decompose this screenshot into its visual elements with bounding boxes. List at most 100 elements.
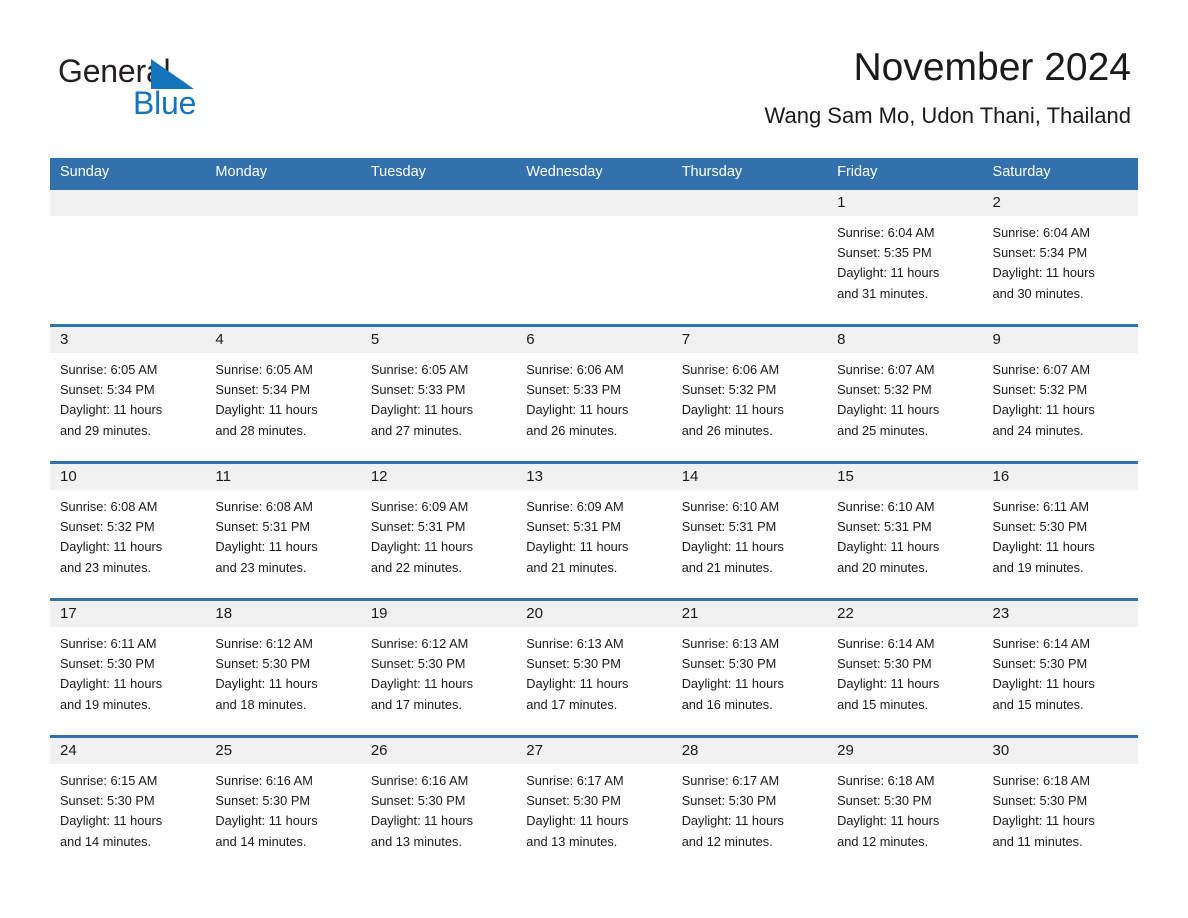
- day-number[interactable]: [205, 190, 360, 216]
- sunset-text: Sunset: 5:31 PM: [215, 519, 311, 535]
- day-number[interactable]: 8: [827, 327, 982, 353]
- title-block: November 2024 Wang Sam Mo, Udon Thani, T…: [765, 44, 1131, 130]
- day-number-band: 3 4 5 6 7 8 9: [50, 327, 1138, 353]
- day-cell[interactable]: Sunrise: 6:10 AM Sunset: 5:31 PM Dayligh…: [672, 490, 827, 598]
- day-number[interactable]: 22: [827, 601, 982, 627]
- day-cell[interactable]: Sunrise: 6:18 AM Sunset: 5:30 PM Dayligh…: [983, 764, 1138, 872]
- daylight-text: Daylight: 11 hours: [837, 676, 940, 692]
- day-cell[interactable]: Sunrise: 6:14 AM Sunset: 5:30 PM Dayligh…: [983, 627, 1138, 735]
- weekday-header-wednesday: Wednesday: [526, 164, 603, 180]
- daylight-text: Daylight: 11 hours: [992, 676, 1095, 692]
- day-number[interactable]: 13: [516, 464, 671, 490]
- weekday-header-sunday: Sunday: [60, 164, 110, 180]
- day-number[interactable]: 2: [983, 190, 1138, 216]
- day-number[interactable]: 10: [50, 464, 205, 490]
- day-cell[interactable]: Sunrise: 6:12 AM Sunset: 5:30 PM Dayligh…: [361, 627, 516, 735]
- day-number[interactable]: 3: [50, 327, 205, 353]
- day-cell[interactable]: Sunrise: 6:15 AM Sunset: 5:30 PM Dayligh…: [50, 764, 205, 872]
- day-number[interactable]: 24: [50, 738, 205, 764]
- day-cell[interactable]: [361, 216, 516, 324]
- day-cell[interactable]: Sunrise: 6:13 AM Sunset: 5:30 PM Dayligh…: [516, 627, 671, 735]
- sunrise-text: Sunrise: 6:15 AM: [60, 773, 158, 788]
- day-number[interactable]: 12: [361, 464, 516, 490]
- day-number[interactable]: [50, 190, 205, 216]
- sunset-text: Sunset: 5:30 PM: [992, 519, 1088, 535]
- day-cell[interactable]: Sunrise: 6:09 AM Sunset: 5:31 PM Dayligh…: [361, 490, 516, 598]
- day-cell[interactable]: Sunrise: 6:10 AM Sunset: 5:31 PM Dayligh…: [827, 490, 982, 598]
- day-cell[interactable]: Sunrise: 6:05 AM Sunset: 5:33 PM Dayligh…: [361, 353, 516, 461]
- day-cell[interactable]: Sunrise: 6:08 AM Sunset: 5:32 PM Dayligh…: [50, 490, 205, 598]
- day-number[interactable]: 1: [827, 190, 982, 216]
- day-number[interactable]: 15: [827, 464, 982, 490]
- daylight-text-cont: and 30 minutes.: [992, 285, 1084, 301]
- day-cell[interactable]: Sunrise: 6:06 AM Sunset: 5:32 PM Dayligh…: [672, 353, 827, 461]
- daylight-text: Daylight: 11 hours: [681, 402, 784, 418]
- day-number[interactable]: 11: [205, 464, 360, 490]
- day-number[interactable]: 21: [672, 601, 827, 627]
- daylight-text: Daylight: 11 hours: [992, 265, 1095, 281]
- day-cell[interactable]: [672, 216, 827, 324]
- day-number[interactable]: 25: [205, 738, 360, 764]
- day-cell[interactable]: Sunrise: 6:11 AM Sunset: 5:30 PM Dayligh…: [50, 627, 205, 735]
- day-number[interactable]: 26: [361, 738, 516, 764]
- day-number[interactable]: 29: [827, 738, 982, 764]
- day-number[interactable]: 28: [672, 738, 827, 764]
- day-number[interactable]: 5: [361, 327, 516, 353]
- day-cell[interactable]: Sunrise: 6:04 AM Sunset: 5:34 PM Dayligh…: [983, 216, 1138, 324]
- day-cell[interactable]: [516, 216, 671, 324]
- day-number[interactable]: [516, 190, 671, 216]
- day-cell[interactable]: Sunrise: 6:08 AM Sunset: 5:31 PM Dayligh…: [205, 490, 360, 598]
- day-cell[interactable]: Sunrise: 6:07 AM Sunset: 5:32 PM Dayligh…: [827, 353, 982, 461]
- day-cell[interactable]: Sunrise: 6:05 AM Sunset: 5:34 PM Dayligh…: [205, 353, 360, 461]
- sunset-text: Sunset: 5:34 PM: [215, 382, 311, 398]
- general-blue-logo[interactable]: General Blue: [58, 52, 258, 130]
- day-cell[interactable]: [50, 216, 205, 324]
- day-cell[interactable]: Sunrise: 6:11 AM Sunset: 5:30 PM Dayligh…: [983, 490, 1138, 598]
- day-cell[interactable]: Sunrise: 6:06 AM Sunset: 5:33 PM Dayligh…: [516, 353, 671, 461]
- day-cell[interactable]: Sunrise: 6:18 AM Sunset: 5:30 PM Dayligh…: [827, 764, 982, 872]
- calendar-grid: Sunday Monday Tuesday Wednesday Thursday…: [50, 158, 1138, 872]
- day-number[interactable]: 27: [516, 738, 671, 764]
- day-number[interactable]: 18: [205, 601, 360, 627]
- day-cell[interactable]: Sunrise: 6:12 AM Sunset: 5:30 PM Dayligh…: [205, 627, 360, 735]
- day-number[interactable]: 23: [983, 601, 1138, 627]
- daylight-text-cont: and 21 minutes.: [681, 559, 773, 575]
- weekday-header-monday: Monday: [215, 164, 268, 180]
- day-number[interactable]: 19: [361, 601, 516, 627]
- day-cell[interactable]: Sunrise: 6:13 AM Sunset: 5:30 PM Dayligh…: [672, 627, 827, 735]
- daylight-text-cont: and 26 minutes.: [681, 422, 773, 438]
- sunrise-text: Sunrise: 6:05 AM: [215, 362, 313, 377]
- day-number[interactable]: 7: [672, 327, 827, 353]
- day-cell[interactable]: Sunrise: 6:09 AM Sunset: 5:31 PM Dayligh…: [516, 490, 671, 598]
- day-number[interactable]: 17: [50, 601, 205, 627]
- day-number[interactable]: [672, 190, 827, 216]
- weekday-header-tuesday: Tuesday: [370, 164, 426, 180]
- day-number[interactable]: 14: [672, 464, 827, 490]
- day-cell[interactable]: Sunrise: 6:17 AM Sunset: 5:30 PM Dayligh…: [516, 764, 671, 872]
- daylight-text: Daylight: 11 hours: [526, 539, 629, 555]
- day-cell[interactable]: Sunrise: 6:05 AM Sunset: 5:34 PM Dayligh…: [50, 353, 205, 461]
- sunset-text: Sunset: 5:30 PM: [837, 656, 932, 672]
- daylight-text-cont: and 15 minutes.: [837, 696, 929, 712]
- day-number[interactable]: 4: [205, 327, 360, 353]
- day-cell[interactable]: Sunrise: 6:04 AM Sunset: 5:35 PM Dayligh…: [827, 216, 982, 324]
- day-number[interactable]: [361, 190, 516, 216]
- day-number[interactable]: 30: [983, 738, 1138, 764]
- weekday-header-thursday: Thursday: [681, 164, 743, 180]
- day-cell[interactable]: Sunrise: 6:16 AM Sunset: 5:30 PM Dayligh…: [361, 764, 516, 872]
- day-cell[interactable]: [205, 216, 360, 324]
- day-cell[interactable]: Sunrise: 6:07 AM Sunset: 5:32 PM Dayligh…: [983, 353, 1138, 461]
- sunset-text: Sunset: 5:34 PM: [992, 245, 1088, 261]
- page-title: November 2024: [853, 46, 1132, 89]
- day-cell[interactable]: Sunrise: 6:14 AM Sunset: 5:30 PM Dayligh…: [827, 627, 982, 735]
- day-detail-band: Sunrise: 6:04 AM Sunset: 5:35 PM Dayligh…: [50, 216, 1138, 324]
- sunrise-text: Sunrise: 6:18 AM: [992, 773, 1090, 788]
- day-cell[interactable]: Sunrise: 6:17 AM Sunset: 5:30 PM Dayligh…: [672, 764, 827, 872]
- day-number[interactable]: 16: [983, 464, 1138, 490]
- day-number[interactable]: 20: [516, 601, 671, 627]
- daylight-text-cont: and 17 minutes.: [370, 696, 462, 712]
- daylight-text: Daylight: 11 hours: [837, 265, 940, 281]
- day-number[interactable]: 6: [516, 327, 671, 353]
- day-cell[interactable]: Sunrise: 6:16 AM Sunset: 5:30 PM Dayligh…: [205, 764, 360, 872]
- day-number[interactable]: 9: [983, 327, 1138, 353]
